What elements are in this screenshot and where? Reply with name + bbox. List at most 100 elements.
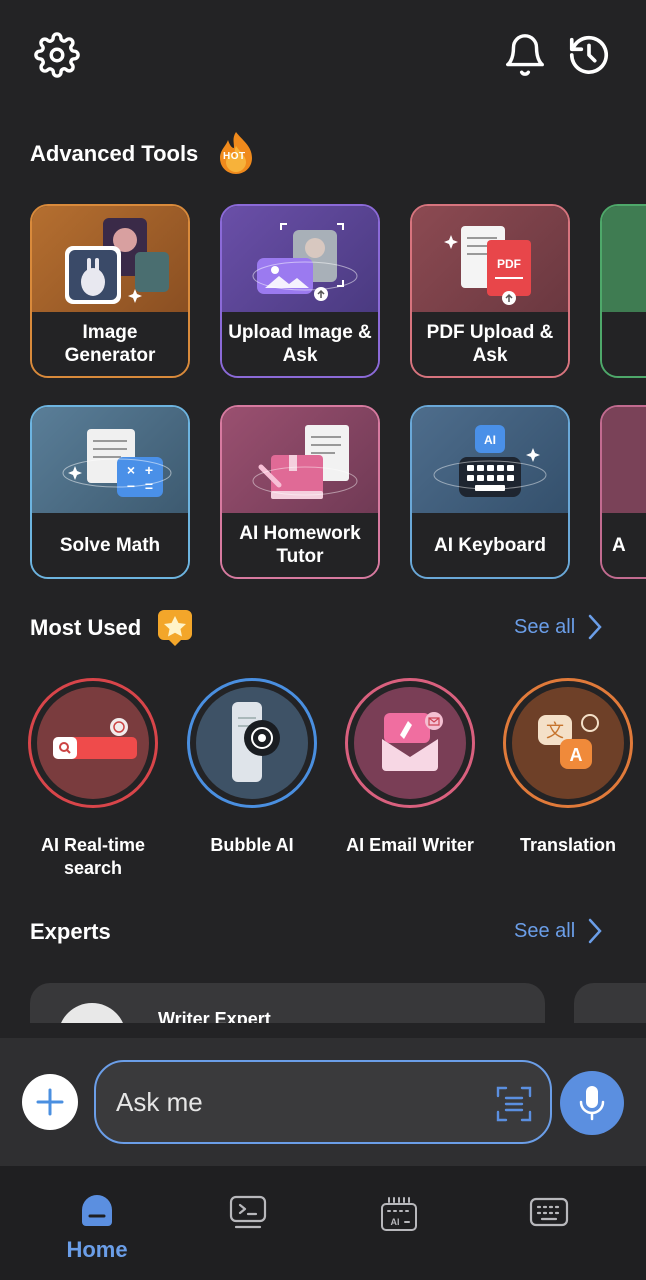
bubble-ai-icon (232, 702, 280, 782)
item-ring: 文 A (503, 678, 633, 808)
solve-math-art: × + − = (32, 407, 188, 515)
svg-text:×: × (127, 462, 135, 478)
avatar (58, 1003, 126, 1023)
item-ring (28, 678, 158, 808)
nav-terminal[interactable] (198, 1194, 298, 1235)
star-icon (158, 610, 192, 646)
item-label: Bubble AI (210, 835, 294, 855)
svg-text:AI: AI (484, 433, 496, 447)
settings-button[interactable] (32, 30, 82, 80)
tool-tile-label (602, 312, 646, 376)
experts-see-all[interactable]: See all (514, 918, 603, 944)
bottom-navigation: Home AI (0, 1166, 646, 1280)
svg-text:文: 文 (546, 721, 564, 742)
item-label: AI Email Writer (346, 835, 474, 855)
book-icon (252, 425, 358, 499)
tool-tile-homework-tutor[interactable]: AI Homework Tutor (220, 405, 380, 579)
nav-keyboard[interactable] (499, 1194, 599, 1235)
ai-keyboard-art: AI (412, 407, 568, 515)
upload-image-art (222, 206, 378, 314)
scan-button[interactable] (494, 1084, 534, 1124)
tool-tile-image-generator[interactable]: Image Generator (30, 204, 190, 378)
search-bar-icon (53, 718, 137, 759)
advanced-tools-row-2: × + − = Solve Math AI Homework Tutor AI … (30, 405, 646, 579)
most-used-item-bubble-ai[interactable]: Bubble AI (182, 678, 322, 857)
gear-icon (34, 32, 80, 78)
svg-text:PDF: PDF (497, 257, 521, 271)
tool-tile-label: Image Generator (32, 312, 188, 376)
most-used-title: Most Used (30, 615, 142, 640)
most-used-item-realtime-search[interactable]: AI Real-time search (23, 678, 163, 880)
item-ring (345, 678, 475, 808)
experts-title: Experts (30, 919, 111, 944)
add-attachment-button[interactable] (22, 1074, 78, 1130)
item-ring (187, 678, 317, 808)
item-icon-bg (37, 687, 149, 799)
svg-text:=: = (145, 478, 153, 494)
email-icon (382, 712, 443, 771)
star-badge (156, 608, 194, 648)
expert-card[interactable]: Writer Expert (30, 983, 545, 1023)
chevron-right-icon (588, 918, 602, 944)
tool-tile-label: AI Keyboard (412, 513, 568, 577)
most-used-see-all[interactable]: See all (514, 614, 603, 640)
most-used-item-email-writer[interactable]: AI Email Writer (340, 678, 480, 857)
ask-input-container (94, 1060, 552, 1144)
expert-name: Writer Expert (158, 1009, 271, 1023)
home-icon (82, 1195, 112, 1226)
pdf-document-icon: PDF (444, 226, 531, 305)
image-gallery-icon (65, 218, 169, 304)
partial-tile-art (602, 407, 646, 515)
nav-home[interactable]: Home (47, 1194, 147, 1263)
svg-text:AI: AI (391, 1217, 400, 1227)
upload-image-icon (252, 223, 358, 301)
top-bar (0, 0, 646, 110)
advanced-tools-row-1: Image Generator Upload Image & Ask PDF P… (30, 204, 646, 378)
see-all-label: See all (514, 615, 576, 638)
svg-text:+: + (145, 462, 153, 478)
item-label: AI Real-time search (40, 835, 146, 878)
item-icon-bg: 文 A (512, 687, 624, 799)
most-used-list: AI Real-time search Bubble AI AI Email W… (0, 678, 646, 888)
expert-card-partial[interactable] (574, 983, 646, 1023)
bell-icon (506, 34, 544, 76)
pdf-upload-art: PDF (412, 206, 568, 314)
tool-tile-label: AI Homework Tutor (222, 513, 378, 577)
tool-tile-upload-image[interactable]: Upload Image & Ask (220, 204, 380, 378)
history-clock-icon (569, 35, 609, 74)
svg-text:A: A (570, 745, 583, 765)
partial-tile-art (602, 206, 646, 314)
keyboard-icon: AI (433, 425, 547, 497)
item-icon-bg (354, 687, 466, 799)
tool-tile-label: Upload Image & Ask (222, 312, 378, 376)
voice-input-button[interactable] (560, 1071, 624, 1135)
ask-input[interactable] (116, 1080, 486, 1124)
item-label: Translation (519, 835, 617, 855)
calculator-icon: × + − = (62, 429, 172, 497)
homework-tutor-art (222, 407, 378, 515)
hot-badge-text: HOT (223, 151, 246, 162)
see-all-label: See all (514, 919, 576, 942)
tool-tile-label: PDF Upload & Ask (412, 312, 568, 376)
most-used-item-translation[interactable]: 文 A Translation (498, 678, 638, 857)
tool-tile-pdf-upload[interactable]: PDF PDF Upload & Ask (410, 204, 570, 378)
translate-icon: 文 A (538, 714, 599, 769)
item-icon-bg (196, 687, 308, 799)
tool-tile-solve-math[interactable]: × + − = Solve Math (30, 405, 190, 579)
plus-icon (36, 1088, 64, 1116)
tool-tile-label: Solve Math (32, 513, 188, 577)
tool-tile-partial-mauve[interactable]: A (600, 405, 646, 579)
keyboard-icon (529, 1197, 569, 1227)
nav-home-label: Home (66, 1237, 128, 1262)
nav-ai-keyboard[interactable]: AI (349, 1194, 449, 1239)
advanced-tools-title: Advanced Tools (30, 141, 199, 166)
tool-tile-partial-green[interactable] (600, 204, 646, 378)
hot-badge: HOT (216, 130, 256, 176)
ai-keyboard-icon: AI (381, 1197, 417, 1231)
notifications-button[interactable] (500, 30, 550, 80)
tool-tile-ai-keyboard[interactable]: AI AI Keyboard (410, 405, 570, 579)
microphone-icon (579, 1086, 605, 1121)
history-button[interactable] (564, 30, 614, 80)
image-generator-art (32, 206, 188, 314)
terminal-icon (229, 1195, 267, 1229)
